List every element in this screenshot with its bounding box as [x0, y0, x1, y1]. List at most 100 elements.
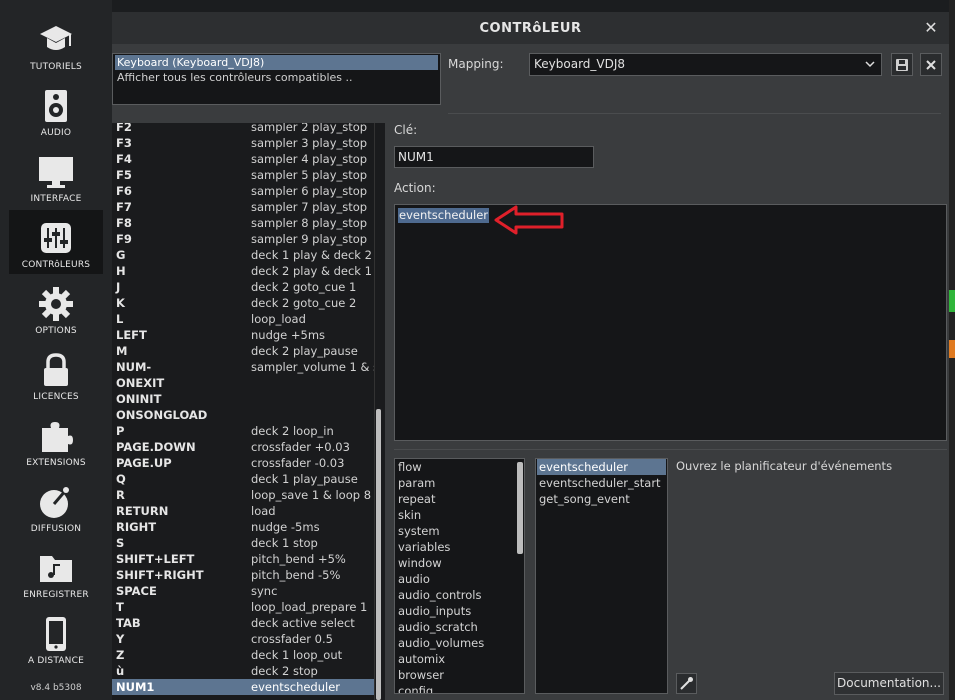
smartphone-icon [46, 617, 66, 651]
key-row[interactable]: Gdeck 1 play & deck 2 st [112, 247, 374, 263]
controller-list[interactable]: Keyboard (Keyboard_VDJ8) Afficher tous l… [112, 53, 441, 105]
key-row[interactable]: F4 sampler 4 play_stop [112, 151, 374, 167]
key-row[interactable]: SHIFT+LEFT pitch_bend +5% [112, 551, 374, 567]
action-textarea[interactable]: eventscheduler [394, 204, 947, 441]
key-row[interactable]: F2 sampler 2 play_stop [112, 123, 374, 135]
key-name: NUM1 [116, 680, 155, 694]
key-list-scroll-thumb[interactable] [376, 409, 381, 700]
category-item[interactable]: config [398, 683, 433, 693]
key-action: sampler 4 play_stop [251, 152, 368, 166]
sidebar-item-interface[interactable]: INTERFACE [9, 144, 103, 208]
key-name: T [116, 600, 124, 614]
key-row[interactable]: ù deck 2 stop [112, 663, 374, 679]
key-row[interactable]: F8 sampler 8 play_stop [112, 215, 374, 231]
sidebar-item-extensions[interactable]: EXTENSIONS [9, 408, 103, 472]
save-button[interactable] [891, 53, 913, 76]
category-item[interactable]: browser [398, 667, 444, 683]
key-row[interactable]: TAB deck active select [112, 615, 374, 631]
sidebar-item-tutoriels[interactable]: TUTORIELS [9, 12, 103, 76]
key-action: deck 1 stop [251, 536, 318, 550]
key-name: R [116, 488, 125, 502]
key-row[interactable]: Hdeck 2 play & deck 1 st [112, 263, 374, 279]
category-item[interactable]: audio_inputs [398, 603, 471, 619]
action-label: Action: [394, 181, 436, 195]
key-list[interactable]: F2 sampler 2 play_stop F3 sampler 3 play_st… [112, 123, 385, 700]
key-row[interactable]: Rloop_save 1 & loop 8 [112, 487, 374, 503]
controller-item-show-all[interactable]: Afficher tous les contrôleurs compatible… [115, 70, 438, 85]
category-item[interactable]: system [398, 523, 440, 539]
key-row[interactable]: Zdeck 1 loop_out [112, 647, 374, 663]
category-list[interactable]: flow param repeat skin system variables window… [394, 458, 525, 694]
key-input[interactable]: NUM1 [394, 146, 594, 168]
sidebar-item-enregistrer[interactable]: ENREGISTRER [9, 540, 103, 604]
key-row[interactable]: NUM-sampler_volume 1 & s [112, 359, 374, 375]
category-item[interactable]: audio_controls [398, 587, 481, 603]
sidebar-item-audio[interactable]: AUDIO [9, 78, 103, 142]
verb-item[interactable]: eventscheduler [537, 459, 666, 475]
key-row[interactable]: ONEXIT [112, 375, 374, 391]
sidebar-item-label: EXTENSIONS [26, 458, 86, 468]
key-row[interactable]: F3 sampler 3 play_stop [112, 135, 374, 151]
eyedropper-button[interactable] [676, 673, 697, 694]
key-row[interactable]: Qdeck 1 play_pause [112, 471, 374, 487]
key-name: ù [116, 664, 125, 678]
sidebar-item-a-distance[interactable]: A DISTANCE [9, 606, 103, 670]
delete-mapping-button[interactable] [920, 53, 942, 76]
sidebar-item-controleurs[interactable]: CONTRôLEURS [9, 210, 103, 274]
category-item[interactable]: audio_volumes [398, 635, 484, 651]
key-row[interactable]: NUM1 eventscheduler [112, 679, 374, 695]
documentation-button[interactable]: Documentation... [834, 672, 944, 695]
key-action: pitch_bend +5% [251, 552, 346, 566]
key-row[interactable]: SPACE sync [112, 583, 374, 599]
key-row[interactable]: ONINIT [112, 391, 374, 407]
sliders-icon [41, 223, 71, 253]
sidebar-item-label: TUTORIELS [30, 62, 82, 72]
category-item[interactable]: audio_scratch [398, 619, 478, 635]
category-item[interactable]: window [398, 555, 442, 571]
key-action: deck 1 loop_out [251, 648, 343, 662]
key-row[interactable]: PAGE.UP crossfader -0.03 [112, 455, 374, 471]
key-row[interactable]: Kdeck 2 goto_cue 2 [112, 295, 374, 311]
key-row[interactable]: F5 sampler 5 play_stop [112, 167, 374, 183]
mapping-value: Keyboard_VDJ8 [534, 57, 626, 71]
key-row[interactable]: PAGE.DOWN crossfader +0.03 [112, 439, 374, 455]
controller-item-keyboard[interactable]: Keyboard (Keyboard_VDJ8) [115, 55, 438, 70]
category-item[interactable]: automix [398, 651, 445, 667]
key-row[interactable]: F6 sampler 6 play_stop [112, 183, 374, 199]
sidebar-item-label: AUDIO [40, 128, 72, 138]
close-button[interactable]: ✕ [921, 18, 941, 38]
category-item[interactable]: flow [398, 459, 422, 475]
dialog-titlebar[interactable]: CONTRôLEUR ✕ [112, 12, 949, 44]
key-row[interactable]: ONSONGLOAD [112, 407, 374, 423]
eyedropper-icon [680, 677, 693, 690]
key-row[interactable]: F7 sampler 7 play_stop [112, 199, 374, 215]
key-row[interactable]: F9 sampler 9 play_stop [112, 231, 374, 247]
satellite-dish-icon [40, 487, 69, 518]
key-row[interactable]: Pdeck 2 loop_in [112, 423, 374, 439]
verb-list[interactable]: eventscheduler eventscheduler_start get_… [535, 458, 668, 694]
key-row[interactable]: RIGHT nudge -5ms [112, 519, 374, 535]
category-item[interactable]: repeat [398, 491, 435, 507]
key-row[interactable]: RETURN load [112, 503, 374, 519]
key-row[interactable]: Ycrossfader 0.5 [112, 631, 374, 647]
verb-item[interactable]: eventscheduler_start [539, 475, 661, 491]
category-item[interactable]: param [398, 475, 435, 491]
category-item[interactable]: variables [398, 539, 450, 555]
verb-description: Ouvrez le planificateur d'événements [676, 459, 893, 473]
sidebar-item-diffusion[interactable]: DIFFUSION [9, 474, 103, 538]
category-list-scroll-thumb[interactable] [517, 462, 523, 554]
key-row[interactable]: SHIFT+RIGHT pitch_bend -5% [112, 567, 374, 583]
key-row[interactable]: LEFT nudge +5ms [112, 327, 374, 343]
mapping-select[interactable]: Keyboard_VDJ8 [529, 53, 882, 76]
sidebar-item-options[interactable]: OPTIONS [9, 276, 103, 340]
category-item[interactable]: audio [398, 571, 430, 587]
key-row[interactable]: Sdeck 1 stop [112, 535, 374, 551]
key-name: G [116, 248, 126, 262]
key-row[interactable]: Mdeck 2 play_pause [112, 343, 374, 359]
category-item[interactable]: skin [398, 507, 421, 523]
verb-item[interactable]: get_song_event [539, 491, 630, 507]
key-row[interactable]: Tloop_load_prepare 1 [112, 599, 374, 615]
key-row[interactable]: Jdeck 2 goto_cue 1 [112, 279, 374, 295]
key-row[interactable]: Lloop_load [112, 311, 374, 327]
sidebar-item-licences[interactable]: LICENCES [9, 342, 103, 406]
